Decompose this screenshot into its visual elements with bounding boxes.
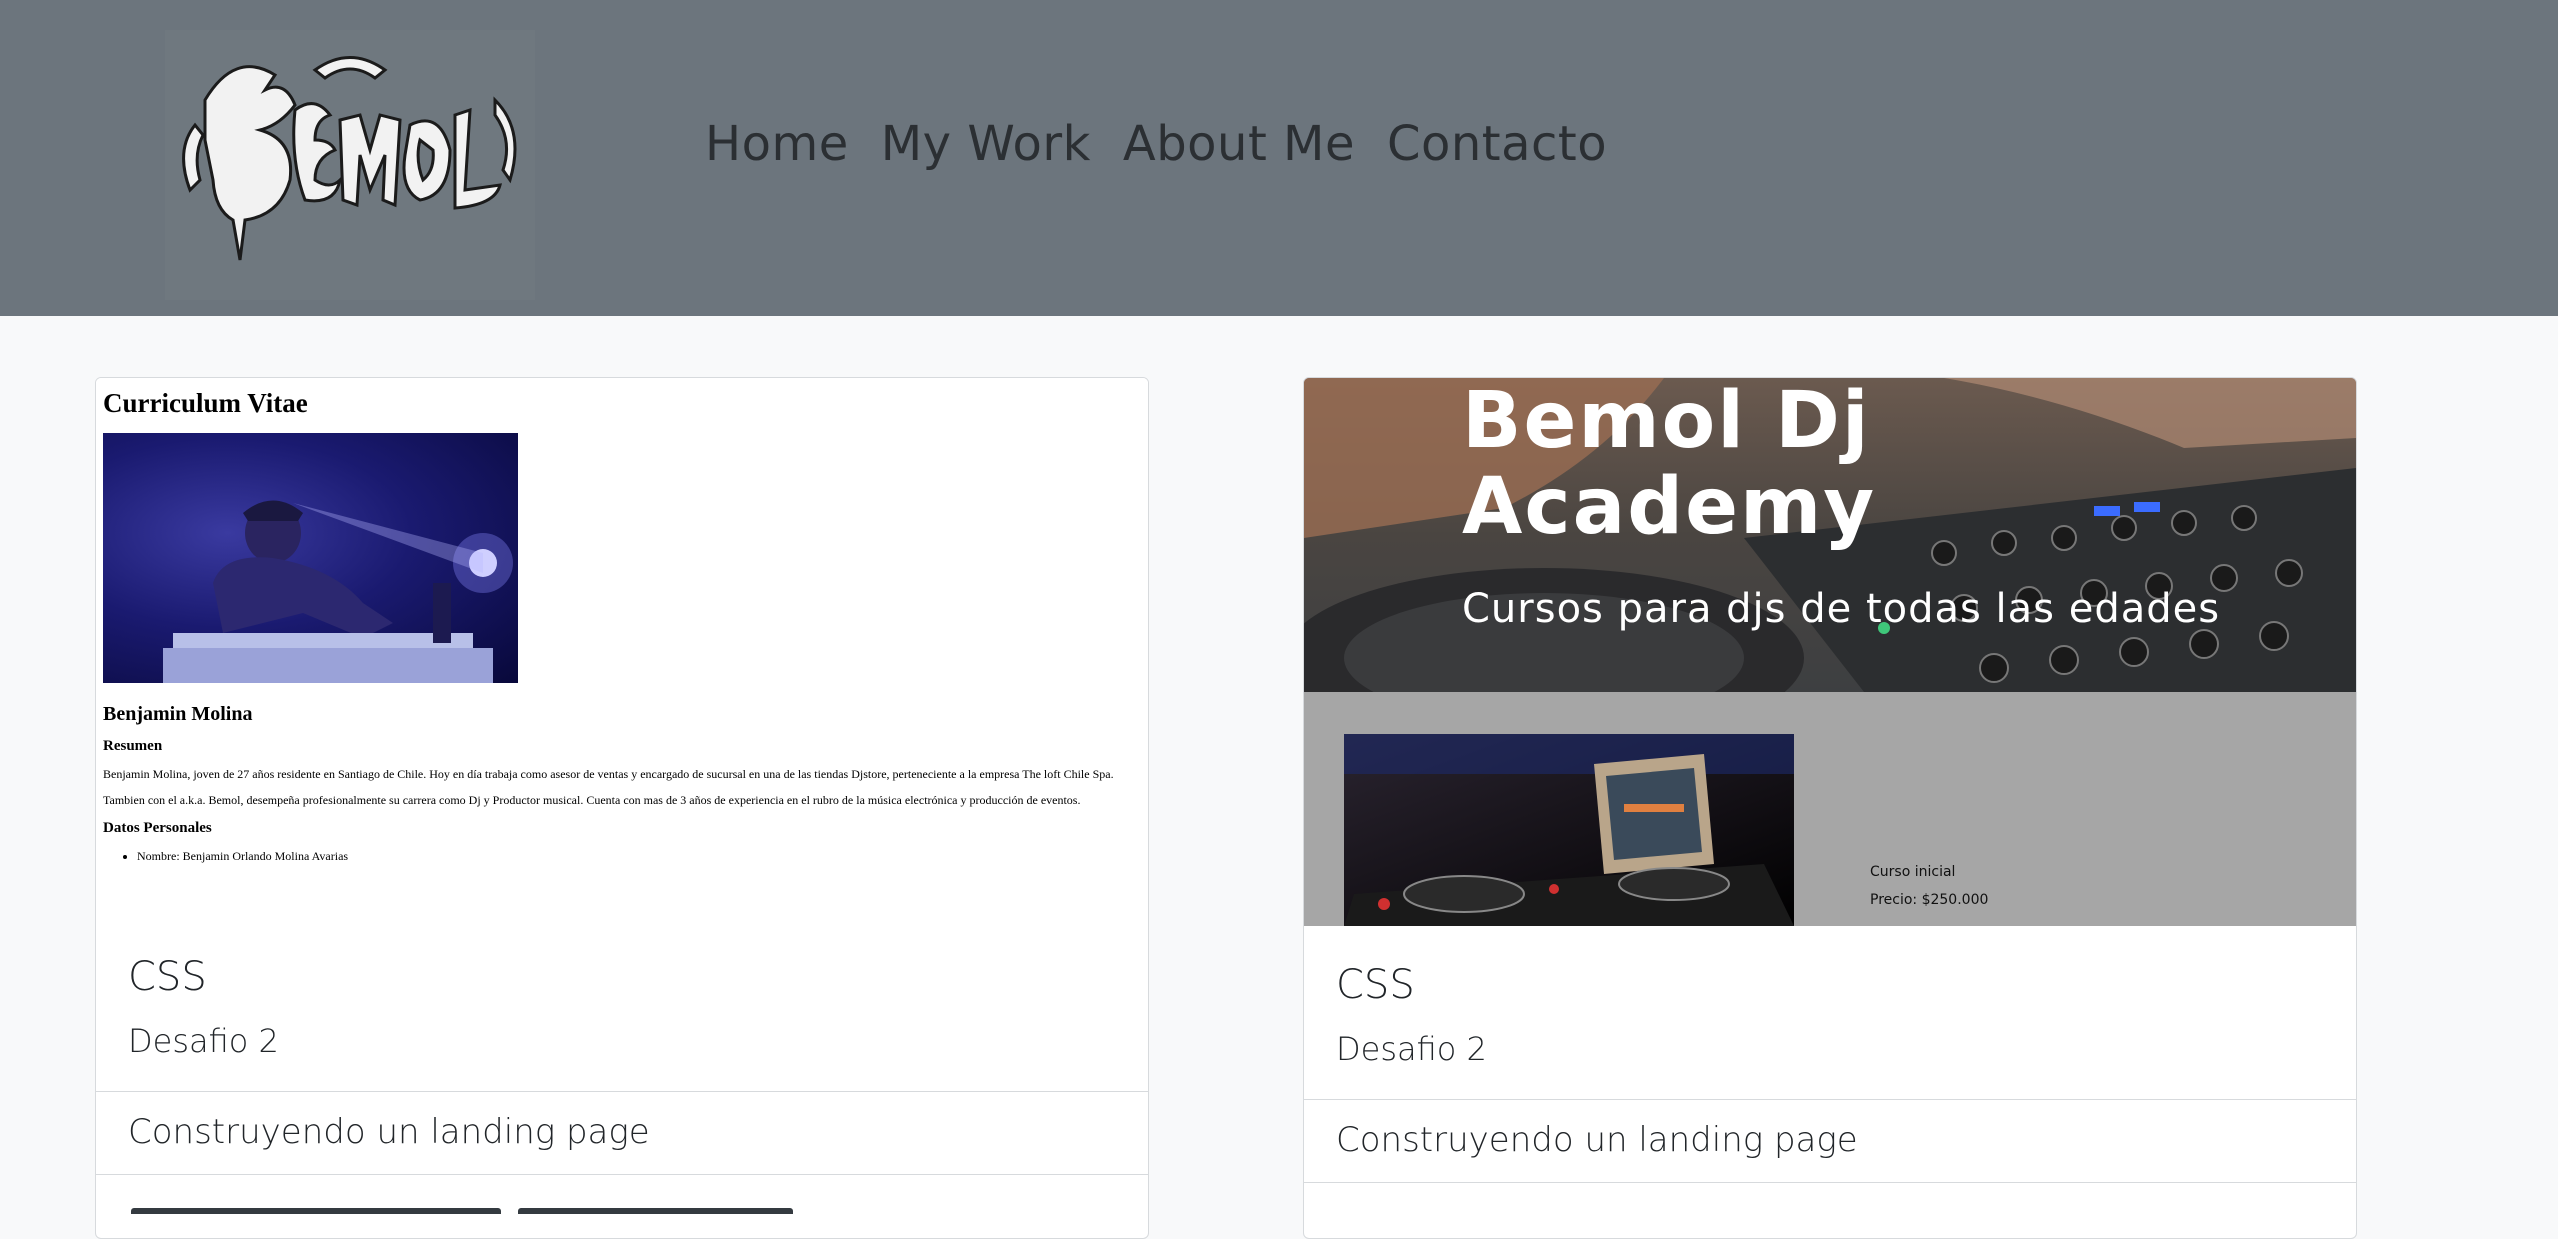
list-item-text: Construyendo un landing page bbox=[1336, 1120, 1858, 1160]
bemol-logo-icon bbox=[182, 56, 517, 261]
nav-link-my-work[interactable]: My Work bbox=[881, 116, 1091, 172]
course-section: Curso inicial Precio: $250.000 bbox=[1304, 692, 2356, 926]
nav-link-about-me[interactable]: About Me bbox=[1123, 116, 1355, 172]
hero-title: Bemol Dj Academy bbox=[1462, 378, 1877, 552]
nav-link-contacto[interactable]: Contacto bbox=[1387, 116, 1607, 172]
card-button[interactable] bbox=[518, 1208, 793, 1214]
nav-links: Home My Work About Me Contacto bbox=[705, 116, 1607, 172]
card-text: Desafio 2 bbox=[128, 1022, 279, 1060]
card-body: CSS Desafio 2 bbox=[96, 926, 1148, 1092]
dj-photo bbox=[103, 433, 518, 683]
nav-link-home[interactable]: Home bbox=[705, 116, 849, 172]
card-button[interactable] bbox=[131, 1208, 501, 1214]
dj-photo-image bbox=[163, 500, 513, 683]
course-name: Curso inicial bbox=[1870, 864, 1956, 880]
project-card-academy: Bemol Dj Academy Cursos para djs de toda… bbox=[1303, 377, 2357, 1239]
hero-banner: Bemol Dj Academy Cursos para djs de toda… bbox=[1304, 378, 2356, 692]
cv-summary-p1: Benjamin Molina, joven de 27 años reside… bbox=[103, 767, 1114, 781]
hero-subtitle: Cursos para djs de todas las edades bbox=[1462, 586, 2221, 632]
card-title: CSS bbox=[1336, 962, 1415, 1008]
navbar: Home My Work About Me Contacto bbox=[0, 0, 2558, 316]
cv-document: Curriculum Vitae Benjamin Molina Resumen… bbox=[103, 388, 1138, 864]
hero-text: Bemol Dj Academy Cursos para djs de toda… bbox=[1462, 378, 2220, 632]
course-info: Curso inicial Precio: $250.000 bbox=[1870, 858, 1988, 914]
cv-preview[interactable]: Curriculum Vitae Benjamin Molina Resumen… bbox=[96, 378, 1148, 926]
course-price: Precio: $250.000 bbox=[1870, 892, 1989, 908]
card-body: CSS Desafio 2 bbox=[1304, 934, 2356, 1100]
list-item: Construyendo un landing page bbox=[1304, 1100, 2356, 1183]
bemol-logo[interactable] bbox=[165, 30, 535, 300]
cv-heading: Curriculum Vitae bbox=[103, 388, 308, 418]
cv-personal-heading: Datos Personales bbox=[103, 819, 212, 836]
cv-personal-item: Nombre: Benjamin Orlando Molina Avarias bbox=[137, 849, 1138, 864]
project-card-cv: Curriculum Vitae Benjamin Molina Resumen… bbox=[95, 377, 1149, 1239]
card-text: Desafio 2 bbox=[1336, 1030, 1487, 1068]
card-title: CSS bbox=[128, 954, 207, 1000]
cv-summary-p2: Tambien con el a.k.a. Bemol, desempeña p… bbox=[103, 793, 1081, 808]
course-image-graphic bbox=[1344, 734, 1794, 926]
course-image bbox=[1344, 734, 1794, 926]
list-item-text: Construyendo un landing page bbox=[128, 1112, 650, 1152]
cv-name: Benjamin Molina bbox=[103, 703, 253, 725]
academy-preview[interactable]: Bemol Dj Academy Cursos para djs de toda… bbox=[1304, 378, 2356, 926]
cv-summary-heading: Resumen bbox=[103, 738, 163, 754]
cv-personal-list: Nombre: Benjamin Orlando Molina Avarias bbox=[103, 849, 1138, 864]
list-item: Construyendo un landing page bbox=[96, 1092, 1148, 1175]
